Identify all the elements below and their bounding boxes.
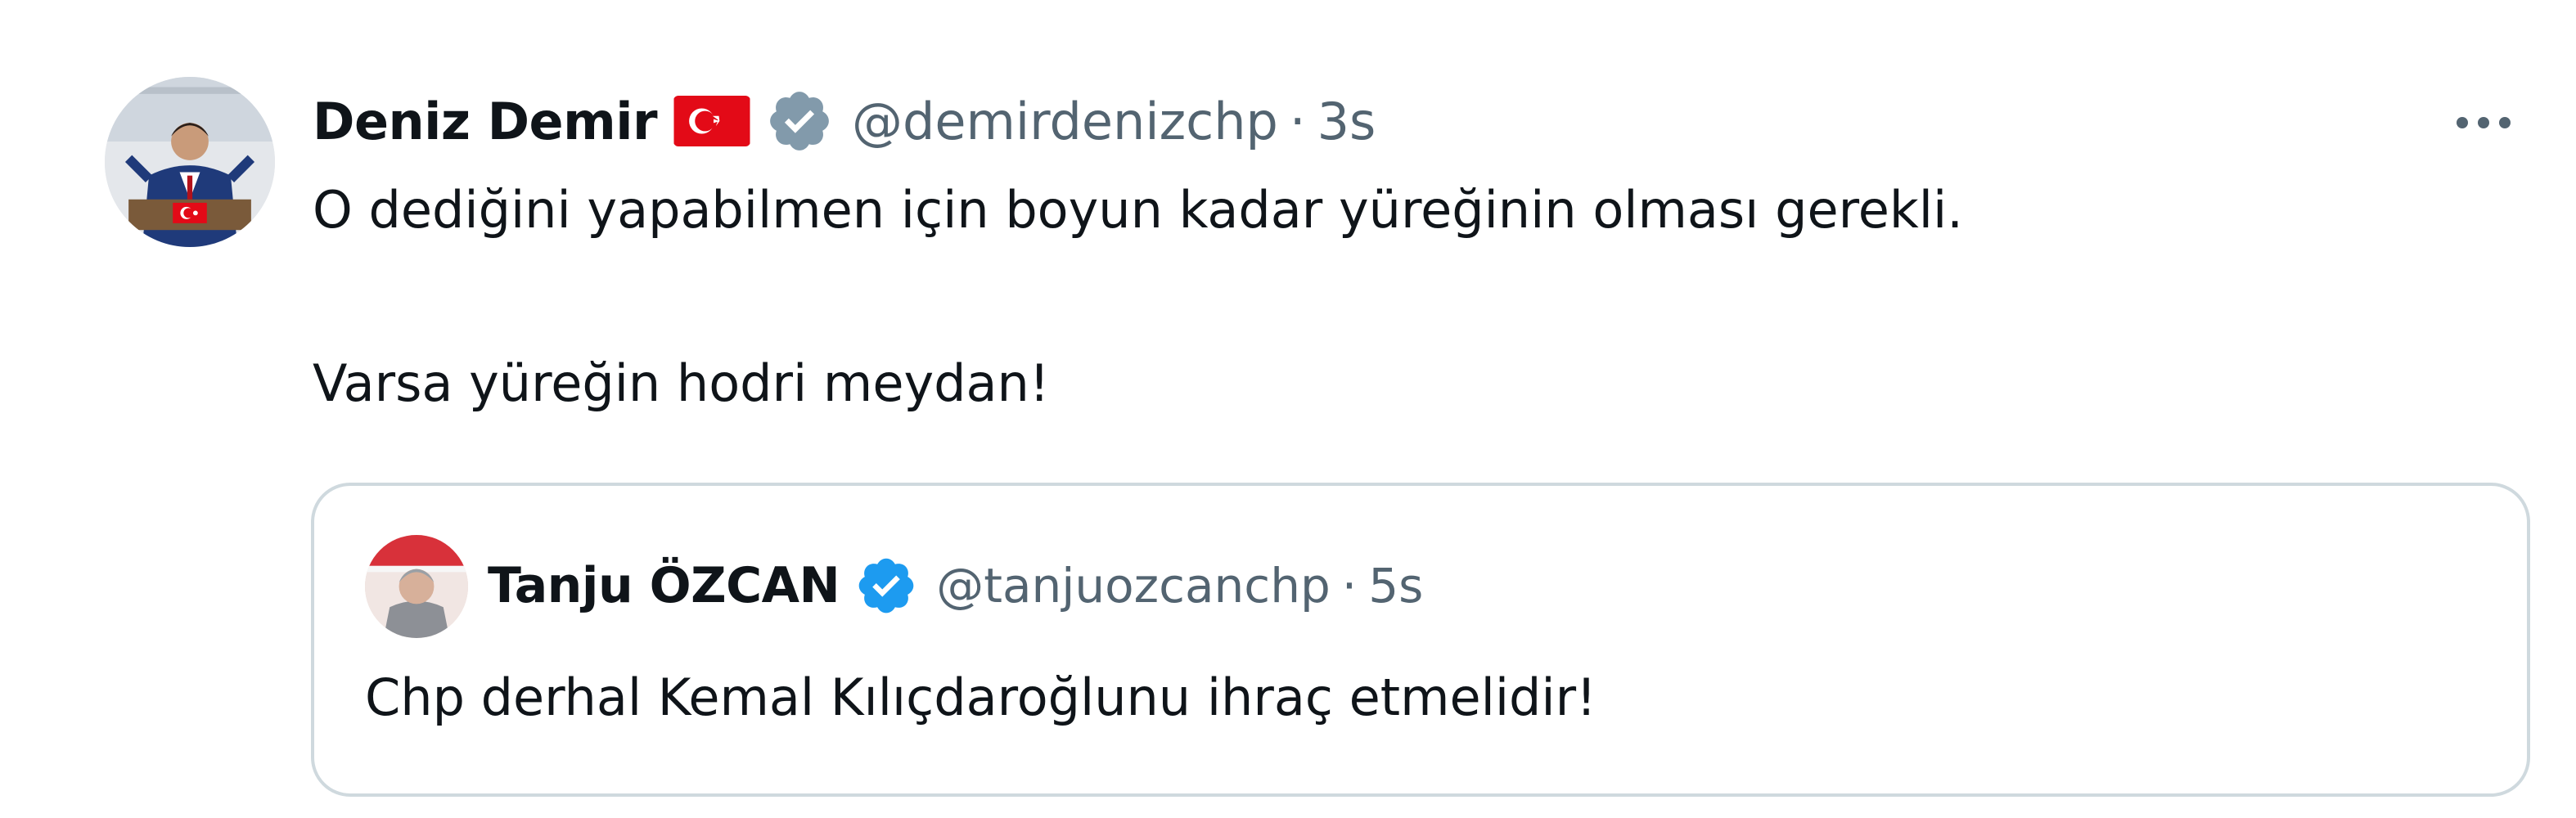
tweet-text-line: Varsa yüreğin hodri meydan! (313, 353, 1050, 413)
person-avatar-image (365, 535, 468, 638)
verified-badge-icon (854, 554, 918, 618)
quoted-tweet-header: Tanju ÖZCAN @tanjuozcanchp · 5s (488, 545, 1423, 627)
quoted-author-avatar[interactable] (365, 535, 468, 638)
author-avatar[interactable] (105, 77, 275, 247)
more-options-icon[interactable] (2439, 90, 2529, 155)
verified-badge-icon (765, 87, 834, 155)
author-handle[interactable]: @demirdenizchp (852, 92, 1278, 151)
quoted-author-handle[interactable]: @tanjuozcanchp (936, 558, 1331, 614)
quoted-header-separator: · (1341, 558, 1358, 614)
turkey-flag-icon (673, 96, 750, 146)
tweet[interactable]: Deniz Demir @demirdenizchp · 3s O dediği… (0, 0, 2576, 818)
tweet-timestamp[interactable]: 3s (1317, 92, 1376, 151)
quoted-tweet-text: Chp derhal Kemal Kılıçdaroğlunu ihraç et… (365, 667, 1596, 727)
tweet-header: Deniz Demir @demirdenizchp · 3s (313, 82, 1376, 160)
tweet-text-line: O dediğini yapabilmen için boyun kadar y… (313, 180, 1963, 240)
quoted-tweet-timestamp[interactable]: 5s (1368, 558, 1423, 614)
person-avatar-image (105, 77, 275, 247)
author-display-name[interactable]: Deniz Demir (313, 92, 658, 151)
quoted-tweet-card[interactable]: Tanju ÖZCAN @tanjuozcanchp · 5s Chp derh… (311, 483, 2530, 797)
header-separator: · (1289, 91, 1306, 151)
quoted-author-display-name[interactable]: Tanju ÖZCAN (488, 557, 840, 614)
